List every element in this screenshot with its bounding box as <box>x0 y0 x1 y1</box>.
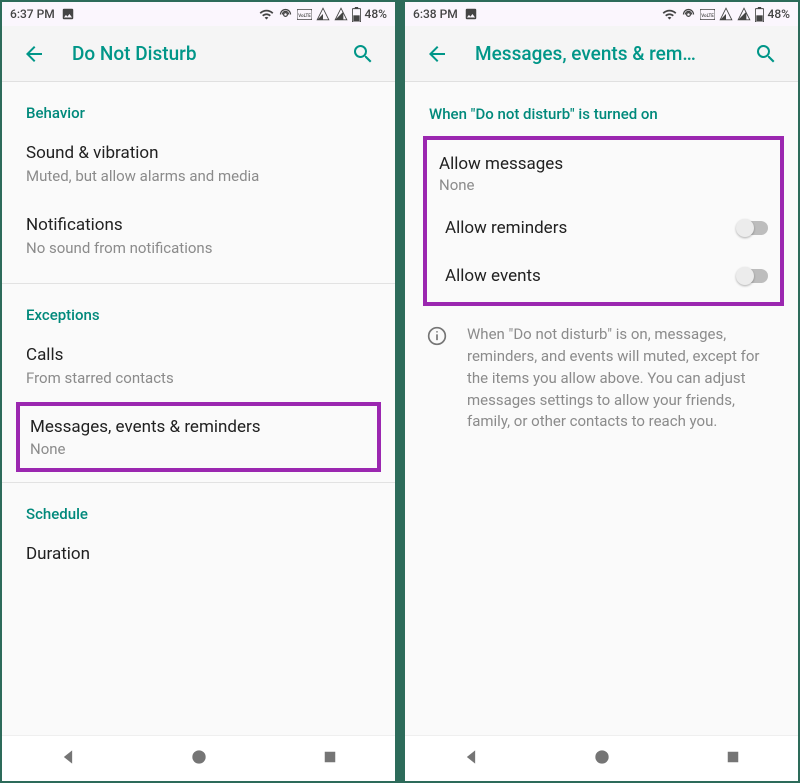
item-sound-vibration[interactable]: Sound & vibration Muted, but allow alarm… <box>2 128 395 200</box>
info-icon <box>427 326 447 433</box>
volte-icon: VoLTE <box>700 9 715 20</box>
status-time: 6:38 PM <box>413 7 458 21</box>
nav-back-button[interactable] <box>58 747 78 771</box>
status-time: 6:37 PM <box>10 7 55 21</box>
search-icon <box>754 42 778 66</box>
item-title: Duration <box>26 543 371 565</box>
nav-back-button[interactable] <box>461 747 481 771</box>
battery-icon <box>352 7 361 22</box>
app-bar: Messages, events & rem… <box>405 26 798 82</box>
nav-recents-button[interactable] <box>321 748 339 770</box>
settings-list: When "Do not disturb" is turned on Allow… <box>405 82 798 735</box>
search-button[interactable] <box>343 34 383 74</box>
app-bar: Do Not Disturb <box>2 26 395 82</box>
toggle-allow-events[interactable] <box>736 266 770 286</box>
status-battery: 48% <box>365 7 387 21</box>
square-recents-icon <box>321 748 339 766</box>
item-title: Allow messages <box>439 154 770 174</box>
signal-1-icon <box>719 7 733 21</box>
status-bar: 6:37 PM VoLTE 48% <box>2 2 395 26</box>
item-title: Allow reminders <box>445 218 567 238</box>
info-text: When "Do not disturb" is on, messages, r… <box>467 324 776 433</box>
battery-icon <box>755 7 764 22</box>
settings-list: Behavior Sound & vibration Muted, but al… <box>2 82 395 735</box>
section-header-schedule: Schedule <box>2 483 395 529</box>
status-battery: 48% <box>768 7 790 21</box>
item-allow-messages[interactable]: Allow messages None <box>437 144 776 204</box>
wifi-icon <box>662 7 677 22</box>
section-header-behavior: Behavior <box>2 82 395 128</box>
svg-text:VoLTE: VoLTE <box>298 12 311 18</box>
item-subtitle: From starred contacts <box>26 368 371 388</box>
hotspot-icon <box>278 7 293 22</box>
square-recents-icon <box>724 748 742 766</box>
search-icon <box>351 42 375 66</box>
signal-1-icon <box>316 7 330 21</box>
nav-home-button[interactable] <box>592 747 612 771</box>
svg-text:VoLTE: VoLTE <box>701 12 714 18</box>
item-subtitle: No sound from notifications <box>26 238 371 258</box>
nav-recents-button[interactable] <box>724 748 742 770</box>
section-header-exceptions: Exceptions <box>2 284 395 330</box>
toggle-allow-reminders[interactable] <box>736 218 770 238</box>
item-notifications[interactable]: Notifications No sound from notification… <box>2 200 395 272</box>
back-button[interactable] <box>417 34 457 74</box>
item-calls[interactable]: Calls From starred contacts <box>2 330 395 402</box>
nav-bar <box>2 735 395 781</box>
item-messages-events-reminders[interactable]: Messages, events & reminders None <box>16 402 381 472</box>
screen-do-not-disturb: 6:37 PM VoLTE 48% Do Not Disturb Behavio… <box>2 2 395 781</box>
hotspot-icon <box>681 7 696 22</box>
volte-icon: VoLTE <box>297 9 312 20</box>
signal-2-icon <box>737 7 751 21</box>
screen-messages-events-reminders: 6:38 PM VoLTE 48% Messages, events & rem… <box>405 2 798 781</box>
item-title: Notifications <box>26 214 371 236</box>
highlighted-allow-group: Allow messages None Allow reminders Allo… <box>423 136 784 306</box>
item-allow-events[interactable]: Allow events <box>437 252 776 300</box>
circle-home-icon <box>592 747 612 767</box>
item-title: Allow events <box>445 266 541 286</box>
arrow-back-icon <box>425 42 449 66</box>
picture-icon <box>464 7 478 21</box>
item-subtitle: Muted, but allow alarms and media <box>26 166 371 186</box>
triangle-back-icon <box>58 747 78 767</box>
item-duration[interactable]: Duration <box>2 529 395 579</box>
nav-home-button[interactable] <box>189 747 209 771</box>
item-title: Messages, events & reminders <box>30 416 367 438</box>
item-allow-reminders[interactable]: Allow reminders <box>437 204 776 252</box>
back-button[interactable] <box>14 34 54 74</box>
arrow-back-icon <box>22 42 46 66</box>
item-title: Calls <box>26 344 371 366</box>
info-block: When "Do not disturb" is on, messages, r… <box>405 306 798 443</box>
circle-home-icon <box>189 747 209 767</box>
picture-icon <box>61 7 75 21</box>
page-title: Do Not Disturb <box>72 42 343 65</box>
search-button[interactable] <box>746 34 786 74</box>
status-bar: 6:38 PM VoLTE 48% <box>405 2 798 26</box>
signal-2-icon <box>334 7 348 21</box>
page-title: Messages, events & rem… <box>475 42 746 65</box>
wifi-icon <box>259 7 274 22</box>
item-title: Sound & vibration <box>26 142 371 164</box>
triangle-back-icon <box>461 747 481 767</box>
nav-bar <box>405 735 798 781</box>
section-header-dnd-on: When "Do not disturb" is turned on <box>405 82 798 130</box>
item-subtitle: None <box>30 440 367 458</box>
item-subtitle: None <box>439 176 770 194</box>
